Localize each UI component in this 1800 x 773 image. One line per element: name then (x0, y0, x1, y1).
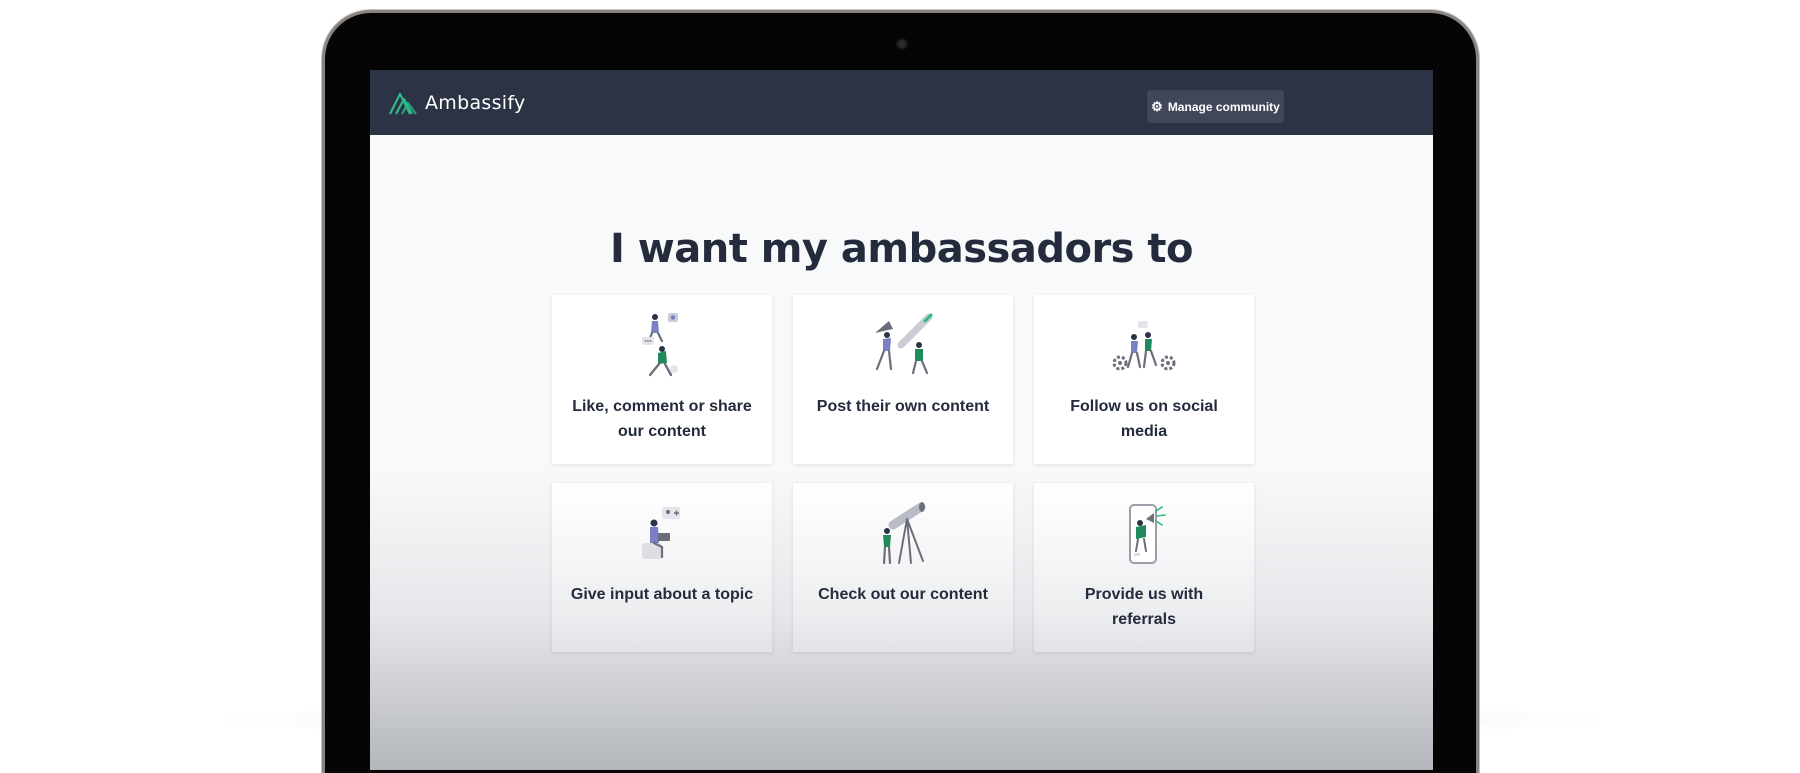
gear-icon: ⚙ (1151, 99, 1163, 114)
app-screen: Ambassify ⚙ Manage community I want my a… (370, 70, 1433, 770)
manage-community-button[interactable]: ⚙ Manage community (1147, 90, 1284, 123)
option-card-referrals[interactable]: Provide us with referrals (1034, 483, 1254, 652)
option-card-check-content[interactable]: Check out our content (793, 483, 1013, 652)
laptop-frame: Ambassify ⚙ Manage community I want my a… (325, 13, 1476, 773)
option-label: Give input about a topic (570, 586, 754, 603)
option-label: Check out our content (818, 586, 988, 603)
brand[interactable]: Ambassify (388, 90, 526, 116)
ambassify-logo-icon (389, 92, 417, 115)
social-engagement-illustration-icon (642, 313, 678, 377)
cycling-gears-illustration-icon (1112, 321, 1176, 371)
option-label: Provide us with referrals (1084, 586, 1204, 628)
option-card-follow-social[interactable]: Follow us on social media (1034, 295, 1254, 464)
brand-name: Ambassify (425, 92, 526, 114)
main-content: I want my ambassadors to Like, comment o… (370, 135, 1433, 770)
option-card-give-input[interactable]: Give input about a topic (552, 483, 772, 652)
option-card-post-content[interactable]: Post their own content (793, 295, 1013, 464)
megaphone-phone-illustration-icon (1129, 504, 1166, 564)
option-label: Like, comment or share our content (572, 398, 752, 440)
manage-community-label: Manage community (1167, 99, 1280, 114)
top-navbar: Ambassify ⚙ Manage community (370, 70, 1433, 135)
laptop-feedback-illustration-icon (642, 507, 680, 559)
page-heading: I want my ambassadors to (609, 226, 1194, 272)
option-label: Follow us on social media (1070, 398, 1218, 440)
telescope-illustration-icon (882, 502, 926, 565)
webcam (898, 40, 906, 48)
option-card-like-share[interactable]: Like, comment or share our content (552, 295, 772, 464)
create-post-illustration-icon (875, 313, 933, 375)
option-label: Post their own content (816, 398, 990, 415)
